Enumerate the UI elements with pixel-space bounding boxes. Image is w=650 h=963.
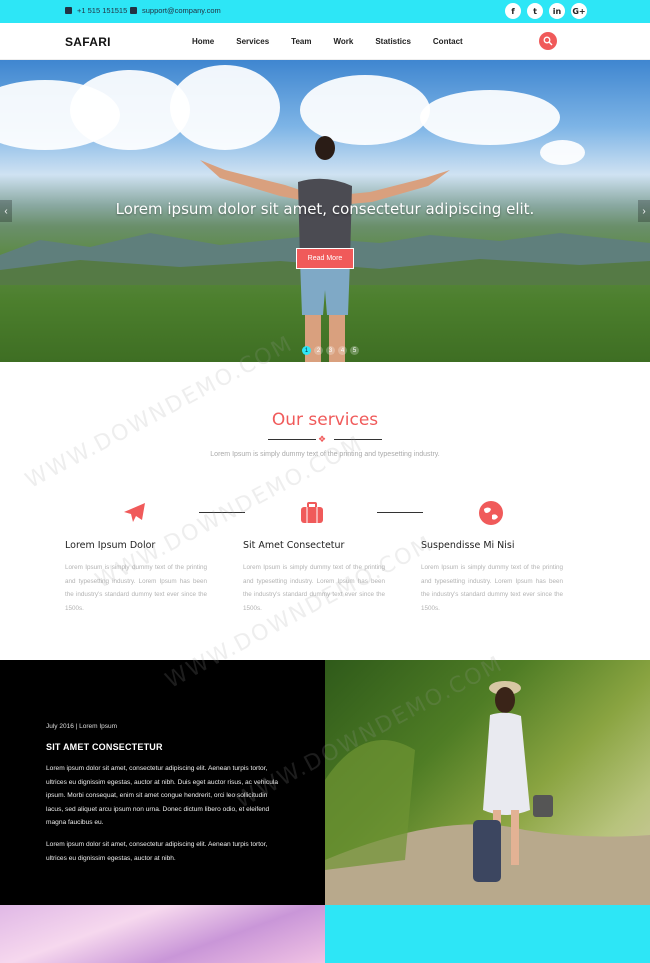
traveler-photo [325, 660, 650, 905]
post-date: July 2016 | Lorem Ipsum [46, 723, 118, 730]
nav-menu: Home Services Team Work Statistics Conta… [192, 37, 485, 46]
nav-item-team[interactable]: Team [291, 37, 311, 46]
slider-dot[interactable]: 3 [326, 346, 335, 355]
woman-with-suitcase-image [325, 681, 650, 905]
phone-icon [65, 7, 72, 14]
slider-next-icon[interactable]: › [638, 200, 650, 222]
site-logo[interactable]: SAFARI [65, 35, 111, 49]
service-connector [199, 512, 245, 513]
search-button[interactable] [539, 32, 557, 50]
social-links: f t in G+ [505, 3, 587, 19]
search-icon [543, 36, 553, 46]
slider-dot[interactable]: 2 [314, 346, 323, 355]
slider-dot[interactable]: 4 [338, 346, 347, 355]
slider-dots: 1 2 3 4 5 [302, 346, 359, 355]
post-paragraph: Lorem ipsum dolor sit amet, consectetur … [46, 765, 278, 826]
post-paragraph: Lorem ipsum dolor sit amet, consectetur … [46, 841, 268, 862]
top-bar: +1 515 151515 support@company.com f t in… [0, 0, 650, 23]
cloud-shape [540, 140, 585, 165]
facebook-icon[interactable]: f [505, 3, 521, 19]
linkedin-icon[interactable]: in [549, 3, 565, 19]
globe-icon [479, 501, 503, 525]
bottom-image-panel [0, 905, 325, 963]
nav-item-statistics[interactable]: Statistics [375, 37, 411, 46]
nav-item-services[interactable]: Services [236, 37, 269, 46]
bottom-color-panel [325, 905, 650, 963]
phone-number: +1 515 151515 [77, 6, 128, 15]
hero-title: Lorem ipsum dolor sit amet, consectetur … [115, 200, 535, 218]
service-connector [377, 512, 423, 513]
hero-slider: Lorem ipsum dolor sit amet, consectetur … [0, 60, 650, 362]
hero-person-image [200, 136, 450, 362]
divider-ornament-icon: ❖ [318, 434, 327, 444]
read-more-button[interactable]: Read More [296, 248, 354, 269]
service-heading: Suspendisse Mi Nisi [421, 540, 515, 551]
twitter-icon[interactable]: t [527, 3, 543, 19]
slider-dot[interactable]: 1 [302, 346, 311, 355]
service-text: Lorem Ipsum is simply dummy text of the … [65, 564, 207, 612]
blog-section: July 2016 | Lorem Ipsum SIT AMET CONSECT… [0, 660, 325, 905]
slider-dot[interactable]: 5 [350, 346, 359, 355]
main-nav: SAFARI Home Services Team Work Statistic… [0, 23, 650, 60]
email-address: support@company.com [142, 6, 221, 15]
airplane-icon [124, 503, 145, 522]
services-subtitle: Lorem Ipsum is simply dummy text of the … [210, 451, 440, 458]
slider-prev-icon[interactable]: ‹ [0, 200, 12, 222]
post-heading[interactable]: SIT AMET CONSECTETUR [46, 742, 163, 752]
nav-item-contact[interactable]: Contact [433, 37, 463, 46]
services-title: Our services [271, 410, 379, 430]
nav-item-work[interactable]: Work [333, 37, 353, 46]
service-text: Lorem Ipsum is simply dummy text of the … [421, 564, 563, 612]
mail-icon [130, 7, 137, 14]
service-heading: Lorem Ipsum Dolor [65, 540, 156, 551]
title-divider [268, 439, 316, 440]
google-plus-icon[interactable]: G+ [571, 3, 587, 19]
email-contact[interactable]: support@company.com [130, 6, 221, 15]
suitcase-icon [301, 502, 323, 523]
phone-contact[interactable]: +1 515 151515 [65, 6, 127, 15]
service-text: Lorem Ipsum is simply dummy text of the … [243, 564, 385, 612]
service-heading: Sit Amet Consectetur [243, 540, 345, 551]
nav-item-home[interactable]: Home [192, 37, 214, 46]
title-divider [334, 439, 382, 440]
